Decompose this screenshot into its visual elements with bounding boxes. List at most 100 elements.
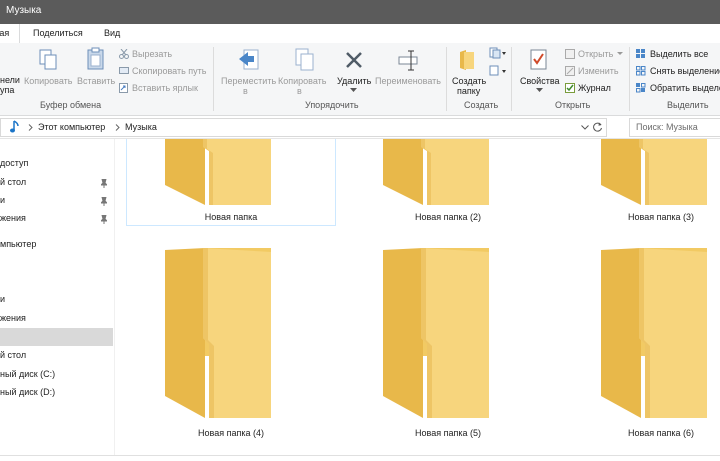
folder-name[interactable]: Новая папка (4) bbox=[156, 428, 306, 438]
copy-path-button[interactable]: Скопировать путь bbox=[132, 66, 206, 76]
history-icon bbox=[565, 83, 575, 93]
nav-item-downloads[interactable]: и bbox=[0, 290, 113, 308]
folder-icon[interactable] bbox=[601, 248, 707, 418]
folder-name[interactable]: Новая папка bbox=[156, 212, 306, 222]
breadcrumb-this-pc[interactable]: Этот компьютер bbox=[38, 122, 105, 132]
open-group-label: Открыть bbox=[555, 100, 591, 110]
ribbon-separator bbox=[213, 47, 214, 111]
delete-icon[interactable] bbox=[344, 50, 364, 70]
chevron-down-icon[interactable] bbox=[536, 88, 543, 93]
folder-name[interactable]: Новая папка (5) bbox=[373, 428, 523, 438]
nav-item-quick-access[interactable]: доступ bbox=[0, 154, 113, 172]
open-icon bbox=[565, 49, 575, 59]
scissors-icon bbox=[119, 49, 129, 59]
easy-access-icon[interactable] bbox=[489, 65, 507, 77]
copy-button[interactable]: Копировать bbox=[24, 76, 72, 86]
select-all-icon bbox=[636, 49, 645, 58]
edit-button[interactable]: Изменить bbox=[578, 66, 619, 76]
tab-home[interactable]: Главная bbox=[0, 24, 20, 43]
folder-icon[interactable] bbox=[165, 139, 271, 205]
invert-selection-button[interactable]: Обратить выделени bbox=[650, 83, 720, 93]
new-group-label: Создать bbox=[464, 100, 499, 110]
organize-group-label: Упорядочить bbox=[305, 100, 359, 110]
copy-to-icon[interactable] bbox=[293, 48, 315, 72]
folder-icon[interactable] bbox=[383, 139, 489, 205]
ribbon-separator bbox=[629, 47, 630, 111]
move-to-icon[interactable] bbox=[238, 48, 260, 72]
search-placeholder: Поиск: Музыка bbox=[636, 122, 698, 132]
copy-to-button-2[interactable]: в bbox=[297, 86, 302, 96]
history-button[interactable]: Журнал bbox=[578, 83, 611, 93]
copy-icon[interactable] bbox=[38, 49, 58, 71]
nav-item-downloads-pinned[interactable]: и bbox=[0, 191, 113, 209]
new-item-icon[interactable] bbox=[489, 47, 507, 59]
select-group-label: Выделить bbox=[667, 100, 709, 110]
chevron-down-icon[interactable] bbox=[350, 88, 357, 93]
new-folder-button[interactable]: Создать bbox=[452, 76, 486, 86]
open-button[interactable]: Открыть bbox=[578, 49, 613, 59]
invert-selection-icon bbox=[636, 83, 646, 93]
nav-item-pictures-pinned[interactable]: жения bbox=[0, 209, 113, 227]
status-bar bbox=[0, 455, 720, 461]
nav-item-pictures[interactable]: жения bbox=[0, 309, 113, 327]
pin-to-quick-access-label[interactable]: нели bbox=[0, 75, 20, 85]
pin-icon bbox=[101, 215, 107, 224]
folder-name[interactable]: Новая папка (2) bbox=[373, 212, 523, 222]
folder-icon[interactable] bbox=[165, 248, 271, 418]
new-folder-icon[interactable] bbox=[459, 49, 475, 71]
rename-icon[interactable] bbox=[397, 49, 419, 71]
nav-item-3d-objects[interactable] bbox=[0, 253, 113, 271]
rename-button[interactable]: Переименовать bbox=[375, 76, 441, 86]
select-none-icon bbox=[636, 66, 646, 76]
cut-button[interactable]: Вырезать bbox=[132, 49, 172, 59]
folder-name[interactable]: Новая папка (3) bbox=[586, 212, 720, 222]
window-title: Музыка bbox=[6, 5, 42, 16]
nav-item-drive-d[interactable]: ный диск (D:) bbox=[0, 383, 113, 401]
move-to-button-2[interactable]: в bbox=[243, 86, 248, 96]
folder-icon[interactable] bbox=[601, 139, 707, 205]
paste-button[interactable]: Вставить bbox=[77, 76, 115, 86]
pin-icon bbox=[101, 179, 107, 188]
nav-item-videos[interactable] bbox=[0, 271, 113, 289]
title-bar: Музыка bbox=[0, 0, 720, 24]
delete-button[interactable]: Удалить bbox=[337, 76, 371, 86]
music-note-icon bbox=[10, 120, 19, 133]
new-folder-button-2[interactable]: папку bbox=[457, 86, 480, 96]
folder-icon[interactable] bbox=[383, 248, 489, 418]
folder-name[interactable]: Новая папка (6) bbox=[586, 428, 720, 438]
move-to-button[interactable]: Переместить bbox=[221, 76, 276, 86]
paste-icon[interactable] bbox=[86, 47, 106, 71]
nav-item-desktop[interactable]: й стол bbox=[0, 346, 113, 364]
chevron-down-icon[interactable] bbox=[617, 52, 623, 56]
refresh-icon[interactable] bbox=[593, 122, 603, 132]
properties-button[interactable]: Свойства bbox=[520, 76, 560, 86]
ribbon-separator bbox=[511, 47, 512, 111]
select-all-button[interactable]: Выделить все bbox=[650, 49, 708, 59]
paste-shortcut-icon bbox=[119, 83, 128, 93]
ribbon-separator bbox=[446, 47, 447, 111]
search-input[interactable]: Поиск: Музыка bbox=[629, 118, 720, 137]
chevron-right-icon[interactable] bbox=[115, 124, 120, 131]
nav-item-drive-c[interactable]: ный диск (C:) bbox=[0, 365, 113, 383]
clipboard-group-label: Буфер обмена bbox=[40, 100, 102, 110]
chevron-right-icon[interactable] bbox=[28, 124, 33, 131]
edit-icon bbox=[565, 66, 575, 76]
address-bar[interactable]: Этот компьютер Музыка bbox=[0, 118, 607, 137]
chevron-down-icon[interactable] bbox=[581, 125, 589, 130]
navigation-pane: доступ й стол и жения мпьютер и жения й … bbox=[0, 139, 113, 460]
breadcrumb-music[interactable]: Музыка bbox=[125, 122, 157, 132]
nav-item-this-pc[interactable]: мпьютер bbox=[0, 235, 113, 253]
copy-to-button[interactable]: Копировать bbox=[278, 76, 326, 86]
select-none-button[interactable]: Снять выделение bbox=[650, 66, 720, 76]
ribbon: нели упа Копировать Вставить Вырезать Ск… bbox=[0, 43, 720, 116]
tab-share[interactable]: Поделиться bbox=[33, 24, 83, 43]
nav-item-desktop-pinned[interactable]: й стол bbox=[0, 173, 113, 191]
nav-item-music-selected[interactable] bbox=[0, 328, 113, 346]
tab-view[interactable]: Вид bbox=[104, 24, 120, 43]
paste-shortcut-button[interactable]: Вставить ярлык bbox=[132, 83, 198, 93]
pin-icon bbox=[101, 197, 107, 206]
pin-to-quick-access-label-2[interactable]: упа bbox=[0, 85, 14, 95]
copy-path-icon bbox=[119, 67, 129, 74]
properties-icon[interactable] bbox=[529, 48, 549, 72]
ribbon-tabs: Главная Поделиться Вид bbox=[0, 24, 720, 44]
